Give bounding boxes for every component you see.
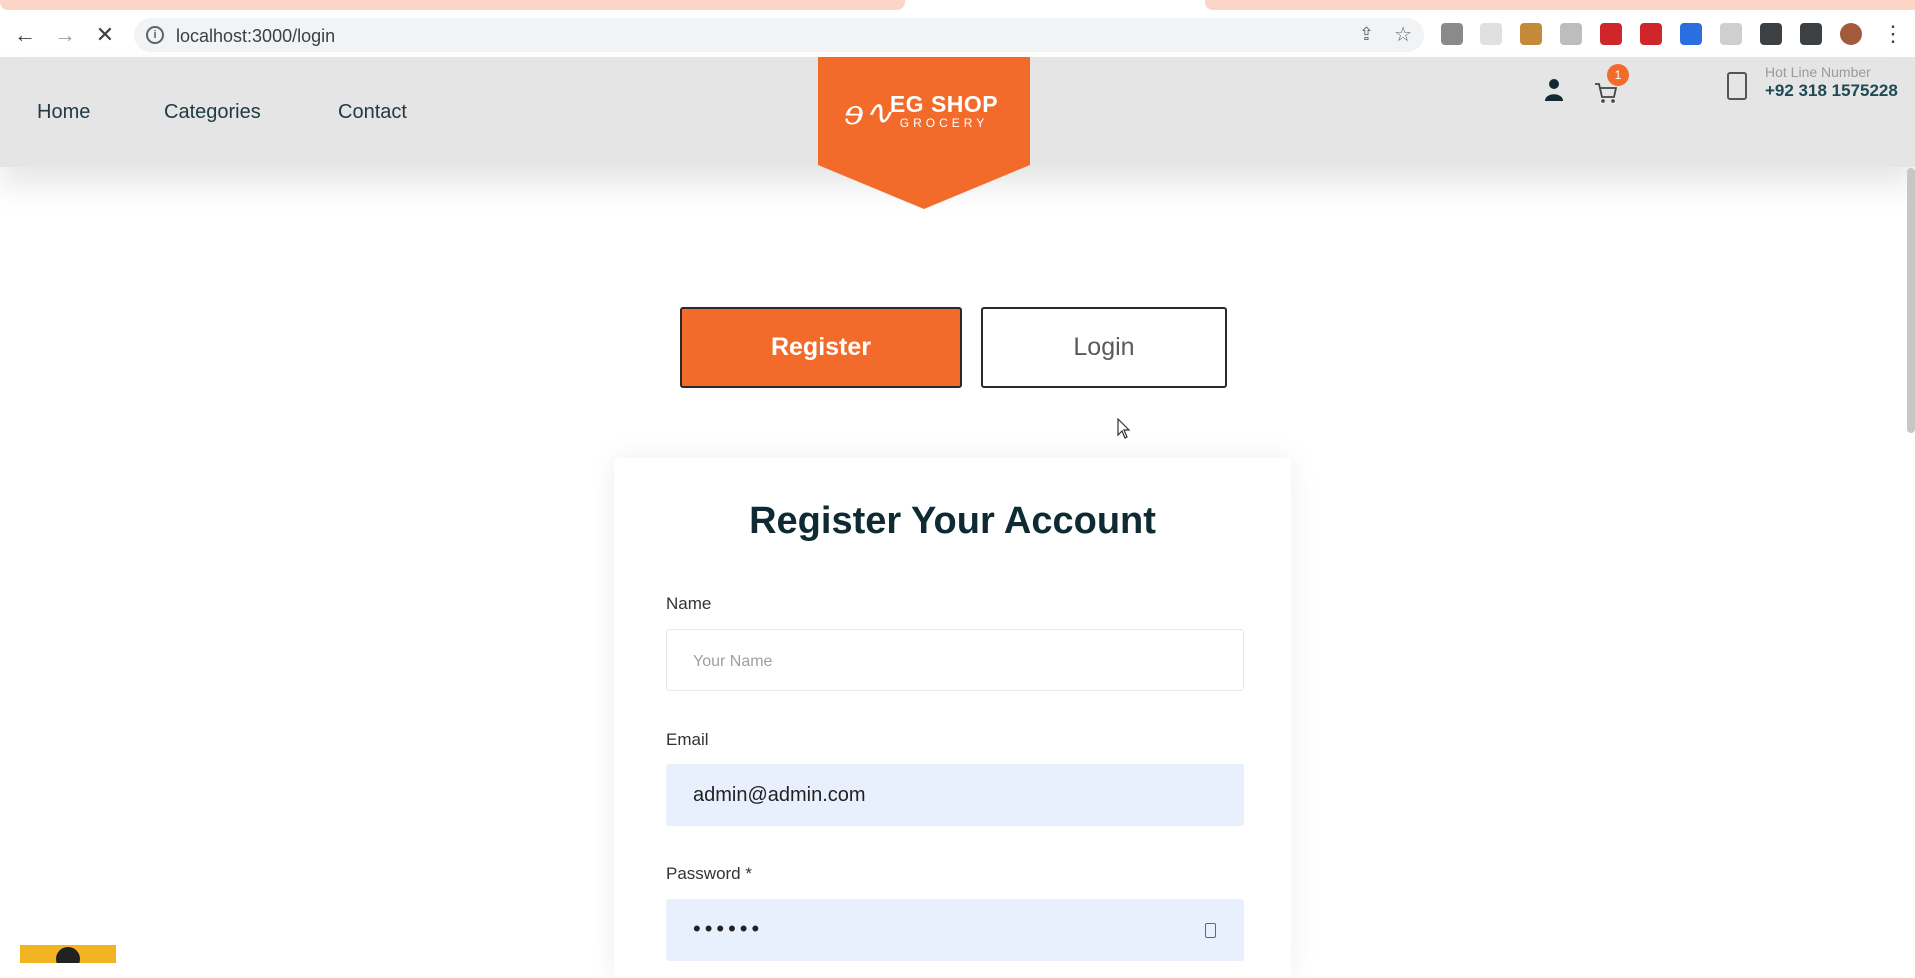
browser-toolbar: ← → ✕ i localhost:3000/login ⇪ ☆ ⋮ [0,13,1915,57]
webcam-overlay [20,945,116,963]
side-panel-icon[interactable] [1800,23,1822,45]
register-tab-button[interactable]: Register [680,307,962,388]
logo-sub-text: GROCERY [899,116,989,130]
forward-icon[interactable]: → [51,21,79,49]
phone-icon [1727,72,1747,100]
site-info-icon[interactable]: i [146,26,164,44]
login-tab-button[interactable]: Login [981,307,1227,388]
ext-photo-icon[interactable] [1441,23,1463,45]
ext-adblock-icon[interactable] [1640,23,1662,45]
ext-ball-icon[interactable] [1720,23,1742,45]
ext-arrow-icon[interactable] [1560,23,1582,45]
logo-main-text: EG SHOP [889,91,999,117]
logo-wordmark: EG SHOP GROCERY [818,91,1030,130]
share-icon[interactable]: ⇪ [1359,24,1374,45]
email-label: Email [666,730,709,749]
password-mask: •••••• [693,916,764,941]
hotline-number[interactable]: +92 318 1575228 [1765,81,1898,101]
back-icon[interactable]: ← [11,21,39,49]
ext-cookie-icon[interactable] [1520,23,1542,45]
user-account-icon[interactable] [1544,78,1564,102]
password-toggle-icon[interactable] [1205,923,1216,938]
form-title: Register Your Account [749,500,1156,542]
bookmark-star-icon[interactable]: ☆ [1394,22,1412,47]
site-logo[interactable]: ɘ∿ EG SHOP GROCERY [818,57,1030,209]
nav-categories[interactable]: Categories [164,101,261,124]
ext-blank-icon[interactable] [1480,23,1502,45]
cart-count-badge: 1 [1607,64,1629,86]
address-bar[interactable]: i localhost:3000/login ⇪ ☆ [134,18,1424,52]
stop-loading-icon[interactable]: ✕ [91,21,119,49]
register-form-card: Register Your Account Name Email Passwor… [614,458,1291,978]
webcam-person [56,947,80,963]
nav-home[interactable]: Home [37,101,90,124]
name-input[interactable] [666,629,1244,691]
nav-contact[interactable]: Contact [338,101,407,124]
password-label: Password * [666,864,752,883]
password-input[interactable]: •••••• [666,899,1244,961]
hotline-label: Hot Line Number [1765,64,1871,80]
browser-tab[interactable] [0,0,905,10]
browser-menu-icon[interactable]: ⋮ [1882,21,1904,47]
ext-download-icon[interactable] [1680,23,1702,45]
profile-avatar-icon[interactable] [1840,23,1862,45]
ext-lock-icon[interactable] [1600,23,1622,45]
extensions-puzzle-icon[interactable] [1760,23,1782,45]
address-bar-url[interactable]: localhost:3000/login [176,26,335,47]
email-input[interactable] [666,764,1244,826]
browser-tab-strip [0,0,1915,13]
name-label: Name [666,594,712,613]
logo-badge-shape [818,57,1030,209]
page-scrollbar[interactable] [1907,168,1915,433]
browser-tab[interactable] [1205,0,1915,10]
mouse-cursor-icon [1117,418,1131,439]
